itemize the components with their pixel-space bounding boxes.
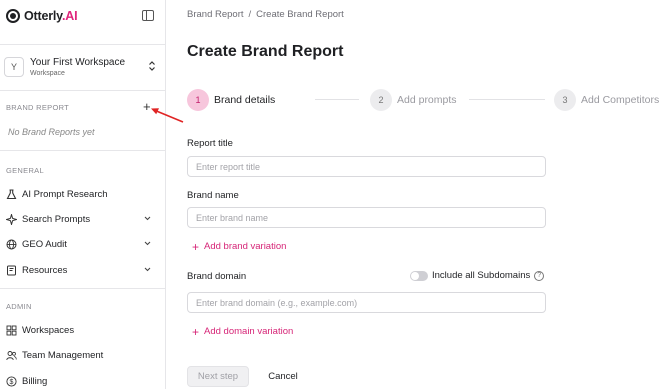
next-step-button[interactable]: Next step [187, 366, 249, 387]
chevron-up-down-icon [148, 60, 156, 72]
step-add-prompts: 2 Add prompts [370, 89, 457, 111]
divider [0, 288, 166, 289]
workspace-subtitle: Workspace [30, 70, 65, 77]
sidebar-item-label: Billing [22, 375, 48, 387]
report-title-label: Report title [187, 138, 233, 149]
breadcrumb-separator: / [248, 9, 252, 20]
sidebar-item-label: Workspaces [22, 324, 75, 336]
sidebar-item-team-management[interactable]: Team Management [6, 347, 156, 363]
sparkle-icon [6, 213, 17, 225]
sidebar-item-geo-audit[interactable]: GEO Audit [6, 236, 156, 252]
breadcrumb-parent-link[interactable]: Brand Report [187, 9, 244, 20]
sidebar-item-label: Team Management [22, 349, 104, 361]
sidebar-collapse-icon[interactable] [142, 10, 154, 21]
brand-domain-input[interactable] [187, 292, 546, 313]
add-domain-variation-label: Add domain variation [204, 326, 294, 337]
page-title: Create Brand Report [187, 43, 344, 60]
sidebar-item-workspaces[interactable]: Workspaces [6, 322, 156, 338]
step-connector [315, 99, 359, 100]
logo-text: Otterly [24, 9, 62, 23]
workspace-avatar: Y [4, 57, 24, 77]
plus-icon: + [192, 239, 200, 254]
breadcrumb-current: Create Brand Report [256, 9, 344, 20]
globe-icon [6, 239, 17, 250]
plus-icon: + [192, 324, 200, 339]
toggle-knob [411, 271, 419, 280]
sidebar-item-resources[interactable]: Resources [6, 262, 156, 278]
sidebar-item-billing[interactable]: $ Billing [6, 373, 156, 389]
sidebar-item-label: AI Prompt Research [22, 188, 108, 200]
brand-name-input[interactable] [187, 207, 546, 228]
step-label: Add prompts [397, 94, 457, 106]
users-icon [6, 350, 17, 361]
add-brand-report-button[interactable]: + [143, 100, 151, 113]
include-subdomains-toggle[interactable] [410, 270, 428, 281]
flask-icon [6, 188, 17, 200]
step-number: 3 [554, 89, 576, 111]
grid-icon [6, 325, 17, 336]
breadcrumb: Brand Report / Create Brand Report [187, 9, 344, 20]
otter-logo-icon [6, 9, 20, 23]
step-brand-details: 1 Brand details [187, 89, 275, 111]
stepper: 1 Brand details 2 Add prompts 3 Add Comp… [187, 89, 670, 111]
add-brand-variation-button[interactable]: + Add brand variation [192, 239, 287, 254]
report-title-input[interactable] [187, 156, 546, 177]
add-brand-variation-label: Add brand variation [204, 241, 287, 252]
step-connector [469, 99, 545, 100]
section-label-general: GENERAL [6, 166, 44, 175]
chevron-down-icon [143, 239, 152, 251]
divider [0, 44, 166, 45]
workspace-name: Your First Workspace [30, 57, 126, 68]
include-subdomains-control: Include all Subdomains ? [410, 270, 545, 281]
app-logo[interactable]: Otterly.AI [6, 7, 78, 25]
chevron-down-icon [143, 265, 152, 277]
sidebar-item-label: Search Prompts [22, 213, 91, 225]
add-domain-variation-button[interactable]: + Add domain variation [192, 324, 294, 339]
dollar-icon: $ [6, 375, 17, 387]
logo-accent-text: .AI [61, 9, 78, 23]
sidebar-item-label: GEO Audit [22, 238, 67, 250]
divider [0, 150, 166, 151]
chevron-down-icon [143, 214, 152, 226]
brand-name-label: Brand name [187, 190, 239, 201]
section-label-brand-report: BRAND REPORT [6, 103, 70, 112]
divider [0, 90, 166, 91]
sidebar-item-label: Resources [22, 264, 68, 276]
brand-domain-label: Brand domain [187, 271, 247, 282]
step-number: 1 [187, 89, 209, 111]
include-subdomains-label: Include all Subdomains [432, 270, 531, 281]
step-label: Brand details [214, 94, 276, 106]
step-number: 2 [370, 89, 392, 111]
step-label: Add Competitors [581, 94, 660, 106]
step-add-competitors: 3 Add Competitors [554, 89, 659, 111]
cancel-button[interactable]: Cancel [262, 366, 304, 387]
sidebar-item-search-prompts[interactable]: Search Prompts [6, 211, 156, 227]
section-label-admin: ADMIN [6, 302, 32, 311]
sidebar-item-ai-prompt-research[interactable]: AI Prompt Research [6, 186, 156, 202]
workspace-switcher[interactable]: Y Your First Workspace Workspace [4, 56, 156, 78]
book-icon [6, 265, 17, 276]
empty-brand-reports-note: No Brand Reports yet [8, 127, 95, 137]
sidebar: Otterly.AI Y Your First Workspace Worksp… [0, 0, 166, 389]
svg-text:$: $ [10, 379, 14, 386]
help-icon[interactable]: ? [534, 270, 545, 281]
